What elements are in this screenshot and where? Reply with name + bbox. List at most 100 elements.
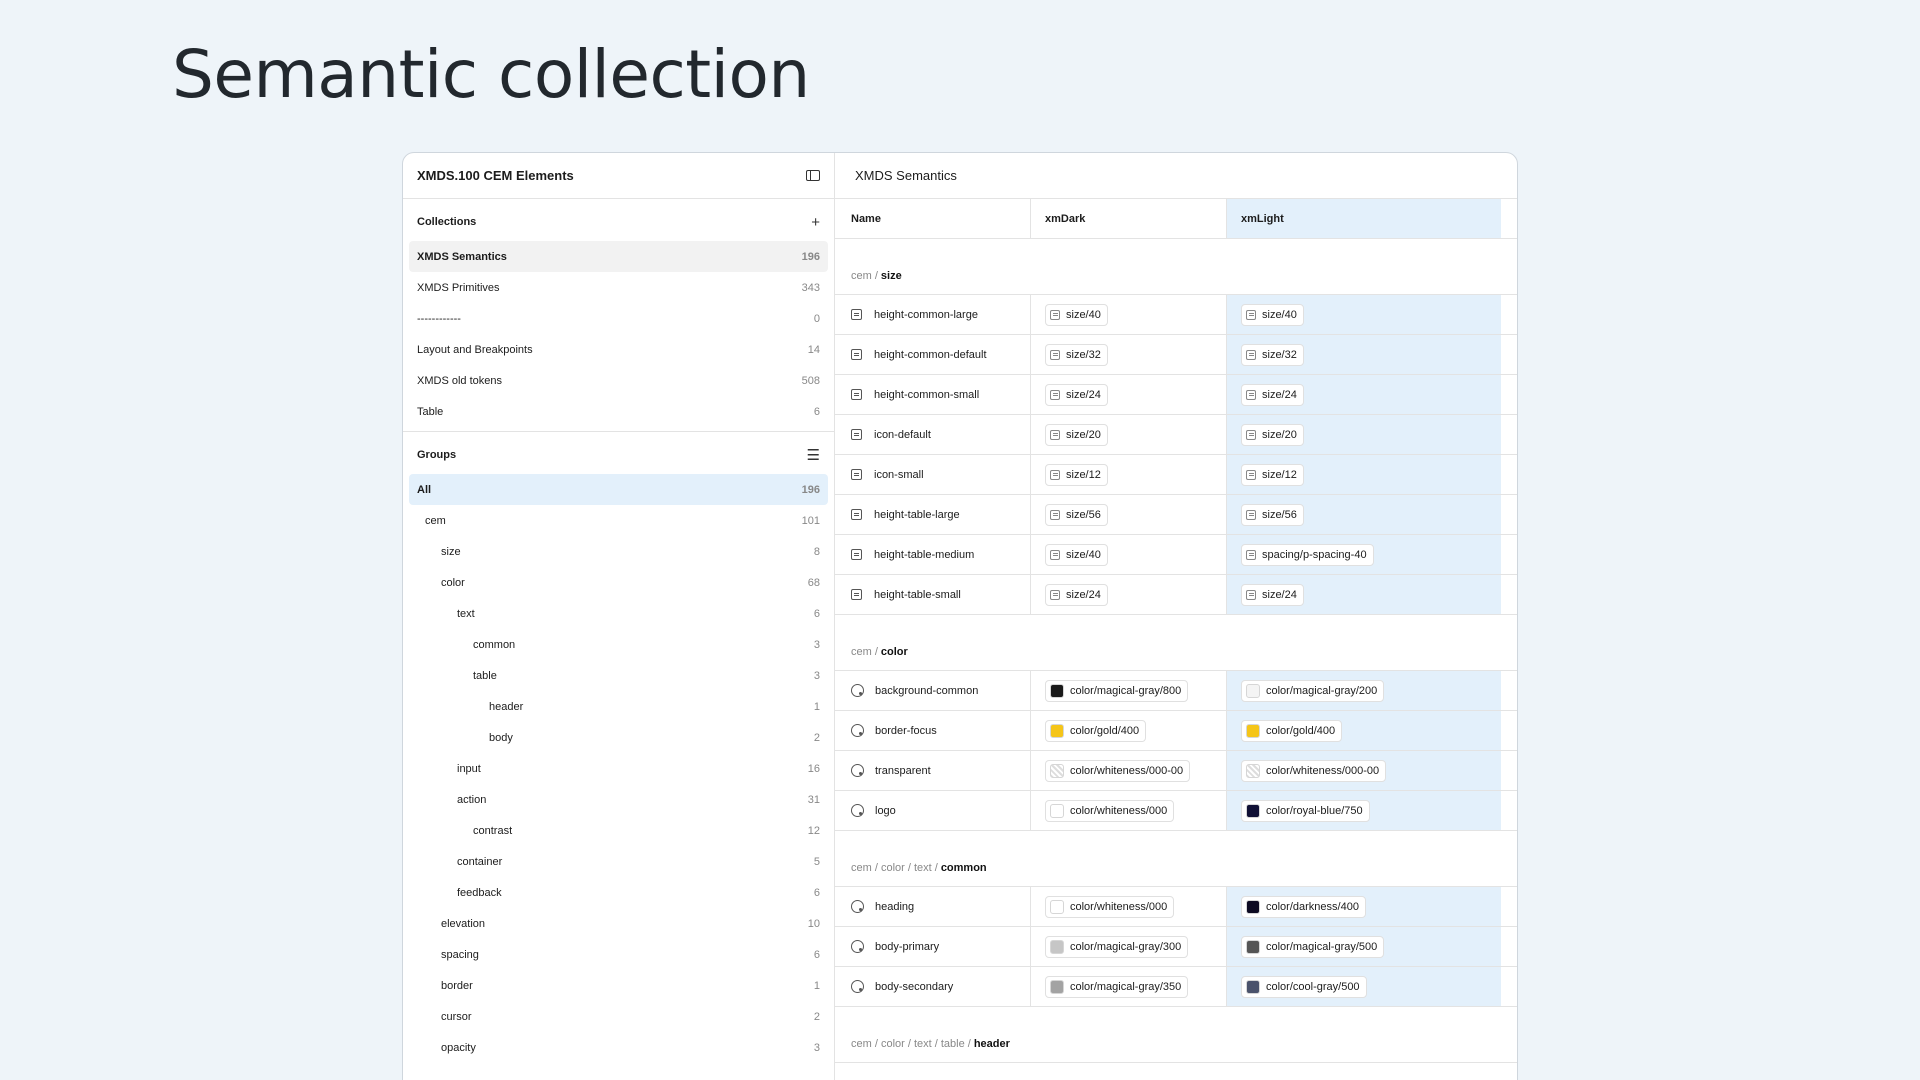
group-item[interactable]: container 5 bbox=[409, 846, 828, 877]
variable-name-cell[interactable]: background-common bbox=[835, 671, 1031, 710]
xmlight-alias-chip[interactable]: size/24 bbox=[1241, 583, 1304, 606]
xmdark-alias-chip[interactable]: color/magical-gray/300 bbox=[1045, 935, 1189, 958]
variable-row[interactable]: icon-default size/20 size/20 bbox=[835, 415, 1517, 455]
xmlight-value-cell[interactable]: color/cool-gray/500 bbox=[1227, 967, 1501, 1006]
column-xmdark[interactable]: xmDark bbox=[1031, 199, 1227, 238]
collection-item[interactable]: XMDS old tokens 508 bbox=[409, 365, 828, 396]
xmlight-value-cell[interactable]: color/darkness/400 bbox=[1227, 887, 1501, 926]
variable-row[interactable]: border-focus color/gold/400 color/gold/400 bbox=[835, 711, 1517, 751]
xmlight-value-cell[interactable]: size/20 bbox=[1227, 415, 1501, 454]
variable-name-cell[interactable]: height-common-large bbox=[835, 295, 1031, 334]
variable-name-cell[interactable]: icon-small bbox=[835, 455, 1031, 494]
group-item[interactable]: body 2 bbox=[409, 722, 828, 753]
variable-name-cell[interactable]: heading bbox=[835, 887, 1031, 926]
variable-row[interactable]: heading color/whiteness/000 color/darkness… bbox=[835, 887, 1517, 927]
variable-row[interactable]: height-common-default size/32 size/32 bbox=[835, 335, 1517, 375]
xmdark-value-cell[interactable]: size/12 bbox=[1031, 455, 1227, 494]
xmdark-alias-chip[interactable]: size/24 bbox=[1045, 583, 1108, 606]
xmlight-alias-chip[interactable]: color/cool-gray/500 bbox=[1241, 975, 1367, 998]
group-item[interactable]: spacing 6 bbox=[409, 939, 828, 970]
xmdark-alias-chip[interactable]: color/whiteness/000 bbox=[1045, 895, 1175, 918]
xmdark-alias-chip[interactable]: color/magical-gray/800 bbox=[1045, 679, 1189, 702]
xmdark-value-cell[interactable]: size/40 bbox=[1031, 535, 1227, 574]
xmlight-alias-chip[interactable]: color/magical-gray/200 bbox=[1241, 679, 1385, 702]
group-item[interactable]: header 1 bbox=[409, 691, 828, 722]
group-options-icon[interactable]: ☰ bbox=[807, 446, 820, 464]
xmdark-alias-chip[interactable]: size/24 bbox=[1045, 383, 1108, 406]
group-item[interactable]: elevation 10 bbox=[409, 908, 828, 939]
xmdark-value-cell[interactable]: size/20 bbox=[1031, 415, 1227, 454]
variable-name-cell[interactable]: transparent bbox=[835, 751, 1031, 790]
xmdark-alias-chip[interactable]: size/40 bbox=[1045, 543, 1108, 566]
xmdark-value-cell[interactable]: color/whiteness/000-00 bbox=[1031, 751, 1227, 790]
group-item[interactable]: cursor 2 bbox=[409, 1001, 828, 1032]
xmlight-value-cell[interactable]: color/gold/400 bbox=[1227, 711, 1501, 750]
collection-item[interactable]: XMDS Primitives 343 bbox=[409, 272, 828, 303]
xmdark-value-cell[interactable]: color/magical-gray/300 bbox=[1031, 927, 1227, 966]
group-item[interactable]: cem 101 bbox=[409, 505, 828, 536]
xmdark-value-cell[interactable]: color/gold/400 bbox=[1031, 711, 1227, 750]
xmlight-value-cell[interactable]: spacing/p-spacing-40 bbox=[1227, 535, 1501, 574]
column-xmlight[interactable]: xmLight bbox=[1227, 199, 1501, 238]
collection-item[interactable]: ------------ 0 bbox=[409, 303, 828, 334]
xmlight-alias-chip[interactable]: size/40 bbox=[1241, 303, 1304, 326]
xmlight-alias-chip[interactable]: color/darkness/400 bbox=[1241, 895, 1366, 918]
xmdark-alias-chip[interactable]: size/32 bbox=[1045, 343, 1108, 366]
variable-name-cell[interactable]: height-common-default bbox=[835, 335, 1031, 374]
xmlight-value-cell[interactable]: size/24 bbox=[1227, 375, 1501, 414]
variable-name-cell[interactable]: height-common-small bbox=[835, 375, 1031, 414]
xmlight-value-cell[interactable]: size/12 bbox=[1227, 455, 1501, 494]
xmlight-value-cell[interactable]: color/magical-gray/500 bbox=[1227, 927, 1501, 966]
group-item[interactable]: contrast 12 bbox=[409, 815, 828, 846]
variable-name-cell[interactable]: body-primary bbox=[835, 927, 1031, 966]
xmdark-alias-chip[interactable]: size/40 bbox=[1045, 303, 1108, 326]
xmlight-value-cell[interactable]: size/24 bbox=[1227, 575, 1501, 614]
group-item[interactable]: action 31 bbox=[409, 784, 828, 815]
xmlight-value-cell[interactable]: size/56 bbox=[1227, 495, 1501, 534]
collection-item[interactable]: Table 6 bbox=[409, 396, 828, 427]
group-item[interactable]: color 68 bbox=[409, 567, 828, 598]
xmlight-alias-chip[interactable]: color/magical-gray/500 bbox=[1241, 935, 1385, 958]
xmdark-value-cell[interactable]: size/32 bbox=[1031, 335, 1227, 374]
xmdark-alias-chip[interactable]: color/whiteness/000-00 bbox=[1045, 759, 1191, 782]
xmlight-alias-chip[interactable]: size/20 bbox=[1241, 423, 1304, 446]
xmdark-value-cell[interactable]: color/magical-gray/350 bbox=[1031, 967, 1227, 1006]
xmlight-alias-chip[interactable]: size/32 bbox=[1241, 343, 1304, 366]
variable-row[interactable]: background-common color/magical-gray/800 c… bbox=[835, 671, 1517, 711]
variable-row[interactable]: height-common-large size/40 size/40 bbox=[835, 295, 1517, 335]
variable-row[interactable]: height-common-small size/24 size/24 bbox=[835, 375, 1517, 415]
xmdark-value-cell[interactable]: size/56 bbox=[1031, 495, 1227, 534]
group-item[interactable]: feedback 6 bbox=[409, 877, 828, 908]
xmlight-alias-chip[interactable]: size/12 bbox=[1241, 463, 1304, 486]
variable-row[interactable]: height-table-small size/24 size/24 bbox=[835, 575, 1517, 615]
xmlight-alias-chip[interactable]: size/24 bbox=[1241, 383, 1304, 406]
group-item[interactable]: input 16 bbox=[409, 753, 828, 784]
xmlight-alias-chip[interactable]: color/royal-blue/750 bbox=[1241, 799, 1370, 822]
xmlight-alias-chip[interactable]: spacing/p-spacing-40 bbox=[1241, 543, 1374, 566]
variable-name-cell[interactable]: icon-default bbox=[835, 415, 1031, 454]
xmdark-value-cell[interactable]: size/40 bbox=[1031, 295, 1227, 334]
variable-row[interactable]: logo color/whiteness/000 color/royal-blue/… bbox=[835, 791, 1517, 831]
group-item[interactable]: text 6 bbox=[409, 598, 828, 629]
group-item[interactable]: All 196 bbox=[409, 474, 828, 505]
collection-item[interactable]: Layout and Breakpoints 14 bbox=[409, 334, 828, 365]
group-item[interactable]: border 1 bbox=[409, 970, 828, 1001]
group-item[interactable]: common 3 bbox=[409, 629, 828, 660]
variable-row[interactable]: body-primary color/magical-gray/300 color/… bbox=[835, 927, 1517, 967]
variable-name-cell[interactable]: height-table-small bbox=[835, 575, 1031, 614]
variable-row[interactable]: body-secondary color/magical-gray/350 colo… bbox=[835, 967, 1517, 1007]
xmlight-value-cell[interactable]: size/32 bbox=[1227, 335, 1501, 374]
xmdark-alias-chip[interactable]: size/20 bbox=[1045, 423, 1108, 446]
xmdark-value-cell[interactable]: color/magical-gray/800 bbox=[1031, 671, 1227, 710]
variable-row[interactable]: icon-small size/12 size/12 bbox=[835, 455, 1517, 495]
xmlight-value-cell[interactable]: color/royal-blue/750 bbox=[1227, 791, 1501, 830]
collection-item[interactable]: XMDS Semantics 196 bbox=[409, 241, 828, 272]
xmlight-value-cell[interactable]: color/whiteness/000-00 bbox=[1227, 751, 1501, 790]
xmdark-alias-chip[interactable]: color/whiteness/000 bbox=[1045, 799, 1175, 822]
variable-name-cell[interactable]: logo bbox=[835, 791, 1031, 830]
variable-name-cell[interactable]: border-focus bbox=[835, 711, 1031, 750]
xmdark-alias-chip[interactable]: size/12 bbox=[1045, 463, 1108, 486]
sidebar-toggle-icon[interactable] bbox=[806, 170, 820, 181]
xmdark-value-cell[interactable]: color/whiteness/000 bbox=[1031, 791, 1227, 830]
xmlight-alias-chip[interactable]: color/gold/400 bbox=[1241, 719, 1343, 742]
